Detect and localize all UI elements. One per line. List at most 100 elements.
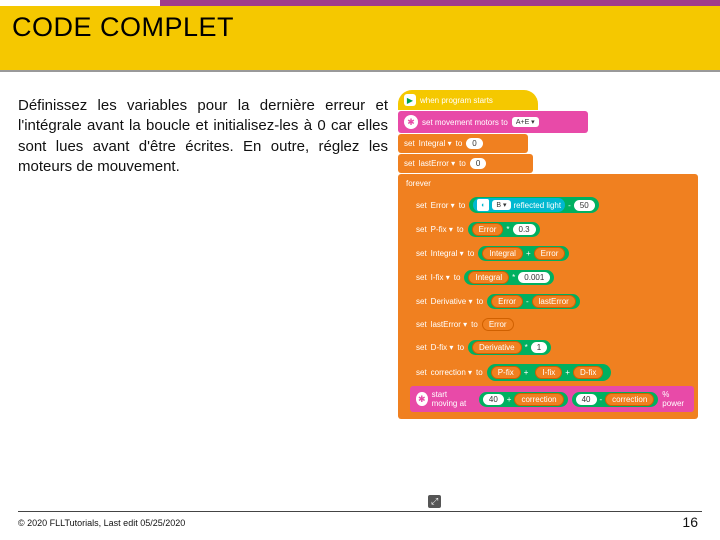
set-motors-label: set movement motors to: [422, 118, 508, 127]
set-motors-block: ✱ set movement motors to A+E ▾: [398, 111, 588, 133]
times-op: Derivative * 1: [468, 340, 551, 355]
var-dropdown: correction ▾: [431, 368, 472, 377]
minus-op: ◐ B ▾ reflected light - 50: [469, 197, 598, 213]
var-dropdown: P-fix ▾: [431, 225, 453, 234]
var-ref: I-fix: [535, 366, 562, 379]
plus-op: P-fix + I-fix + D-fix: [487, 364, 612, 381]
to-label: to: [471, 320, 478, 329]
set-correction-block: set correction ▾ to P-fix + I-fix + D-fi…: [410, 360, 694, 385]
times-op: Integral * 0.001: [464, 270, 554, 285]
minus-op: Error - lastError: [487, 294, 580, 309]
plus-op: I-fix + D-fix: [531, 365, 607, 380]
ports-pill: A+E ▾: [512, 117, 539, 127]
set-label: set: [416, 368, 427, 377]
set-label: set: [404, 139, 415, 148]
var-dropdown: D-fix ▾: [431, 343, 454, 352]
power-suffix: % power: [662, 390, 688, 408]
set-pfix-block: set P-fix ▾ to Error * 0.3: [410, 218, 694, 241]
to-label: to: [468, 249, 475, 258]
value-pill: 40: [483, 394, 504, 405]
start-moving-block: ✱ start moving at 40 + correction 40 - c…: [410, 386, 694, 412]
set-error-block: set Error ▾ to ◐ B ▾ reflected light - 5…: [410, 193, 694, 217]
page-number: 16: [682, 514, 698, 530]
motor-icon: ✱: [416, 392, 428, 406]
var-ref: Integral: [468, 271, 509, 284]
set-derivative-block: set Derivative ▾ to Error - lastError: [410, 290, 694, 313]
init-integral-block: set Integral ▾ to 0: [398, 134, 528, 153]
to-label: to: [476, 297, 483, 306]
move-label: start moving at: [432, 390, 475, 408]
times-sign: *: [512, 273, 515, 282]
var-ref: Error: [491, 295, 523, 308]
value-pill: 0.001: [518, 272, 550, 283]
set-lasterror-block: set lastError ▾ to Error: [410, 314, 694, 335]
to-label: to: [457, 225, 464, 234]
to-label: to: [456, 139, 463, 148]
var-ref: Error: [534, 247, 566, 260]
motor-icon: ✱: [404, 115, 418, 129]
var-ref: D-fix: [573, 366, 603, 379]
set-label: set: [416, 201, 427, 210]
var-dropdown: I-fix ▾: [431, 273, 450, 282]
sensor-attr: reflected light: [514, 201, 562, 210]
set-label: set: [416, 320, 427, 329]
var-dropdown: lastError ▾: [431, 320, 467, 329]
page-title: CODE COMPLET: [12, 12, 234, 43]
var-dropdown: lastError ▾: [419, 159, 455, 168]
to-label: to: [459, 159, 466, 168]
to-label: to: [457, 343, 464, 352]
set-label: set: [416, 225, 427, 234]
value-pill: 0.3: [513, 224, 536, 235]
var-dropdown: Integral ▾: [419, 139, 452, 148]
code-screenshot: ▶ when program starts ✱ set movement mot…: [398, 90, 698, 420]
var-ref: Error: [472, 223, 504, 236]
plus-op: Integral + Error: [478, 246, 569, 261]
to-label: to: [454, 273, 461, 282]
play-icon: ▶: [404, 94, 416, 106]
var-dropdown: Derivative ▾: [431, 297, 473, 306]
value-pill: 0: [466, 138, 482, 149]
to-label: to: [459, 201, 466, 210]
minus-sign: -: [600, 395, 603, 404]
expand-icon: ⤢: [428, 495, 441, 508]
plus-sign: +: [507, 395, 512, 404]
minus-sign: -: [568, 201, 571, 210]
var-ref: Integral: [482, 247, 523, 260]
sensor-port: B ▾: [492, 200, 510, 210]
var-dropdown: Integral ▾: [431, 249, 464, 258]
set-ifix-block: set I-fix ▾ to Integral * 0.001: [410, 266, 694, 289]
value-pill: 1: [531, 342, 547, 353]
value-pill: 0: [470, 158, 486, 169]
var-dropdown: Error ▾: [431, 201, 455, 210]
hat-label: when program starts: [420, 96, 493, 105]
plus-sign: +: [526, 249, 531, 258]
set-label: set: [404, 159, 415, 168]
footer-copyright: © 2020 FLLTutorials, Last edit 05/25/202…: [18, 518, 185, 528]
set-integral-block: set Integral ▾ to Integral + Error: [410, 242, 694, 265]
var-ref: P-fix: [491, 366, 521, 379]
minus-sign: -: [526, 297, 529, 306]
footer-divider: [18, 511, 702, 512]
forever-label: forever: [402, 177, 694, 190]
set-label: set: [416, 273, 427, 282]
set-dfix-block: set D-fix ▾ to Derivative * 1: [410, 336, 694, 359]
to-label: to: [476, 368, 483, 377]
var-ref: lastError: [532, 295, 576, 308]
value-pill: 40: [576, 394, 597, 405]
description-text: Définissez les variables pour la dernièr…: [18, 96, 388, 177]
plus-sign: +: [565, 368, 570, 377]
sensor-pill: ◐ B ▾ reflected light: [473, 198, 565, 212]
times-sign: *: [525, 343, 528, 352]
set-label: set: [416, 249, 427, 258]
plus-sign: +: [524, 368, 529, 377]
value-pill: 50: [574, 200, 595, 211]
minus-op: 40 - correction: [572, 392, 659, 407]
sensor-icon: ◐: [477, 199, 489, 211]
times-op: Error * 0.3: [468, 222, 540, 237]
hat-block: ▶ when program starts: [398, 90, 538, 110]
init-lasterror-block: set lastError ▾ to 0: [398, 154, 533, 173]
var-ref: correction: [514, 393, 563, 406]
set-label: set: [416, 297, 427, 306]
forever-body: set Error ▾ to ◐ B ▾ reflected light - 5…: [410, 190, 694, 412]
var-ref: Derivative: [472, 341, 522, 354]
